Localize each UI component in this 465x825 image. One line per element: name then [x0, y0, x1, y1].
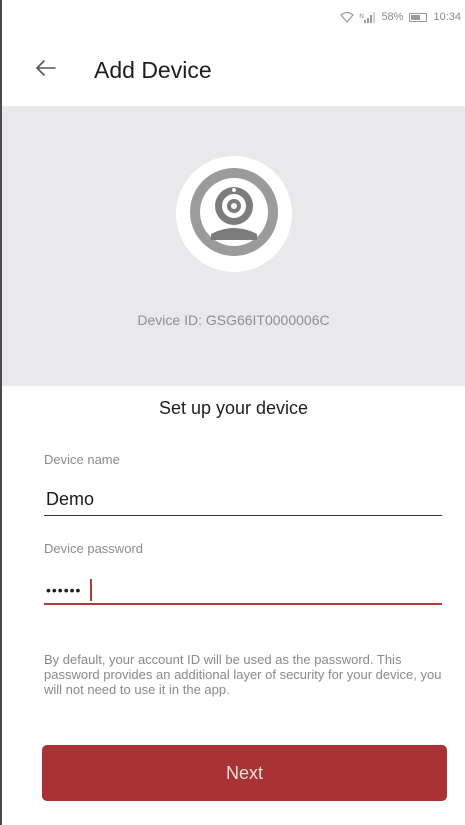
device-id-label: Device ID: GSG66IT0000006C — [137, 312, 330, 328]
status-time: 10:34 — [433, 11, 461, 23]
password-help-text: By default, your account ID will be used… — [44, 652, 442, 697]
back-button[interactable] — [26, 50, 66, 90]
add-device-screen: ᴺ 58% 10:34 Add Device Device ID: GSG66I… — [0, 0, 465, 825]
battery-icon — [409, 12, 428, 22]
device-name-underline — [44, 515, 442, 516]
setup-heading: Set up your device — [158, 398, 309, 418]
app-header: Add Device — [2, 34, 465, 106]
device-password-underline — [44, 603, 442, 605]
cell-signal-icon: ᴺ — [360, 11, 376, 23]
device-password-input[interactable]: •••••• — [44, 573, 442, 607]
device-hero: Device ID: GSG66IT0000006C — [2, 106, 465, 386]
arrow-left-icon — [36, 59, 56, 81]
webcam-icon — [188, 166, 280, 263]
device-name-input[interactable] — [44, 482, 442, 516]
page-title: Add Device — [94, 56, 212, 83]
device-password-label: Device password — [44, 541, 143, 556]
device-name-label: Device name — [44, 452, 120, 467]
text-cursor — [90, 579, 92, 601]
battery-percent: 58% — [381, 11, 404, 23]
wifi-icon — [339, 11, 354, 23]
status-bar: ᴺ 58% 10:34 — [2, 0, 465, 34]
password-mask: •••••• — [46, 582, 82, 598]
next-button[interactable]: Next — [42, 745, 447, 801]
device-avatar — [175, 156, 292, 272]
